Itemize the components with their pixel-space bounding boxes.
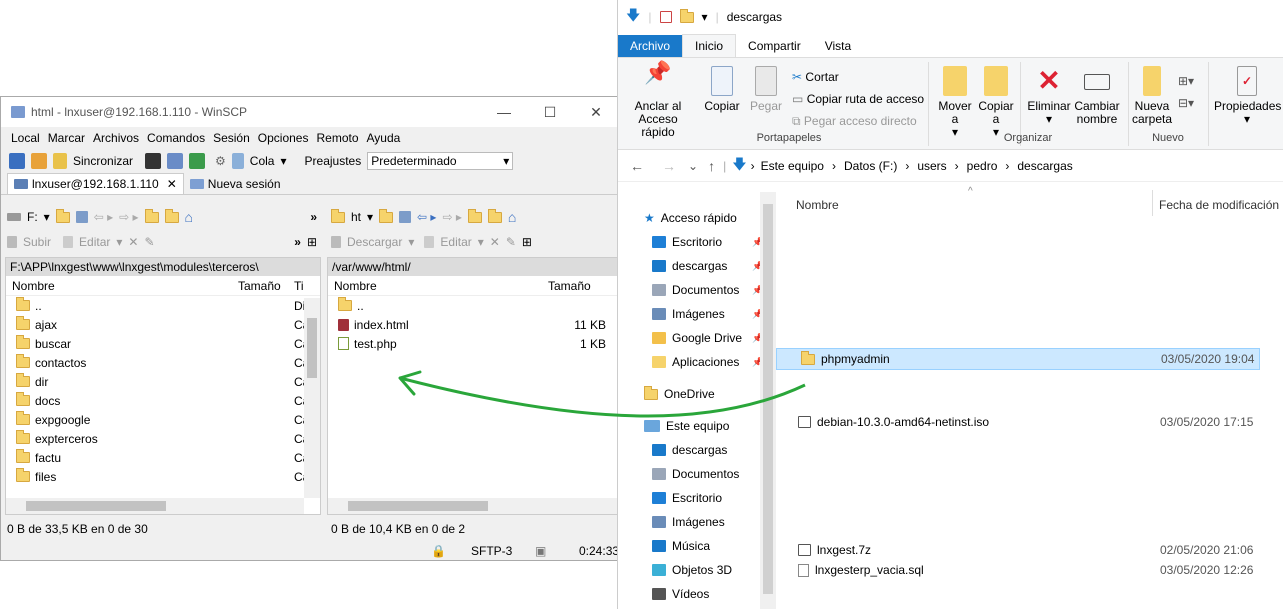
annotation-arrow (398, 370, 806, 418)
arrow-path (399, 376, 806, 418)
